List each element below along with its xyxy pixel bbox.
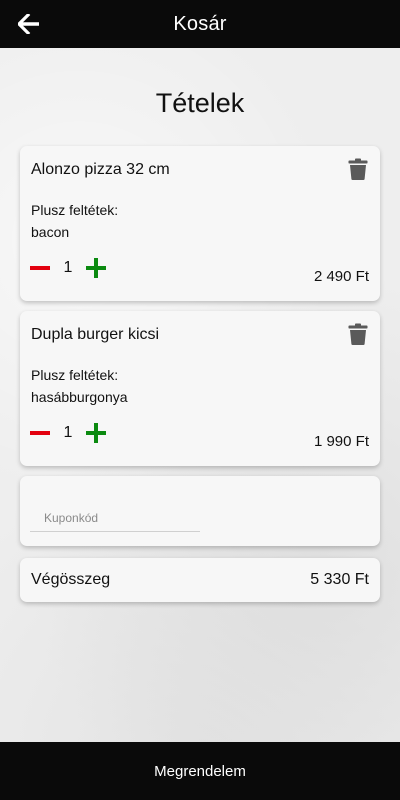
increase-quantity-button[interactable] bbox=[84, 421, 108, 445]
minus-icon bbox=[30, 431, 50, 435]
decrease-quantity-button[interactable] bbox=[28, 421, 52, 445]
place-order-button[interactable]: Megrendelem bbox=[0, 742, 400, 800]
section-title: Tételek bbox=[155, 88, 245, 118]
increase-quantity-button[interactable] bbox=[84, 256, 108, 280]
delete-item-button[interactable] bbox=[348, 158, 368, 180]
arrow-left-icon bbox=[18, 14, 39, 34]
plus-icon bbox=[86, 423, 106, 443]
cart-item-card: Dupla burger kicsi Plusz feltétek: hasáb… bbox=[20, 311, 380, 466]
trash-icon bbox=[348, 323, 368, 345]
item-price: 1 990 Ft bbox=[313, 433, 369, 450]
page-title: Kosár bbox=[173, 12, 227, 35]
quantity-value: 1 bbox=[63, 424, 73, 441]
extras-value: hasábburgonya bbox=[31, 389, 128, 405]
place-order-label: Megrendelem bbox=[154, 762, 246, 780]
coupon-card bbox=[20, 476, 380, 546]
extras-label: Plusz feltétek: bbox=[31, 367, 119, 383]
top-app-bar: Kosár bbox=[0, 0, 400, 48]
total-label: Végösszeg bbox=[31, 571, 111, 588]
trash-icon bbox=[348, 158, 368, 180]
item-name: Alonzo pizza 32 cm bbox=[31, 161, 170, 178]
delete-item-button[interactable] bbox=[348, 323, 368, 345]
item-price: 2 490 Ft bbox=[313, 268, 369, 285]
extras-value: bacon bbox=[31, 224, 70, 240]
decrease-quantity-button[interactable] bbox=[28, 256, 52, 280]
quantity-stepper: 1 bbox=[28, 256, 108, 280]
coupon-code-input[interactable] bbox=[30, 504, 200, 532]
quantity-value: 1 bbox=[63, 259, 73, 276]
total-card: Végösszeg 5 330 Ft bbox=[20, 558, 380, 602]
cart-item-card: Alonzo pizza 32 cm Plusz feltétek: bacon… bbox=[20, 146, 380, 301]
total-value: 5 330 Ft bbox=[310, 571, 369, 588]
extras-label: Plusz feltétek: bbox=[31, 202, 119, 218]
minus-icon bbox=[30, 266, 50, 270]
plus-icon bbox=[86, 258, 106, 278]
quantity-stepper: 1 bbox=[28, 421, 108, 445]
item-name: Dupla burger kicsi bbox=[31, 326, 160, 343]
back-button[interactable] bbox=[14, 10, 44, 38]
